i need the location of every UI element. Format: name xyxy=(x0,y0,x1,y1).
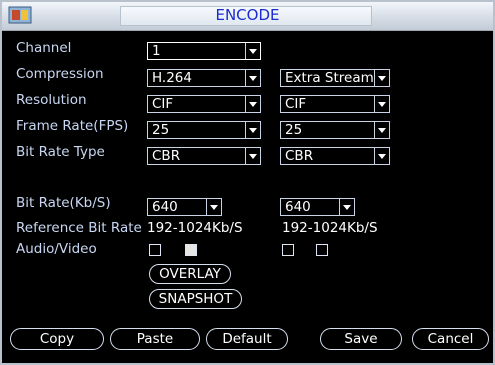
main-bit-rate-type-select[interactable]: CBR xyxy=(147,147,261,165)
snapshot-button[interactable]: SNAPSHOT xyxy=(149,289,242,309)
chevron-down-icon[interactable] xyxy=(339,199,354,215)
chevron-down-icon[interactable] xyxy=(245,148,260,164)
main-bit-rate-select[interactable]: 640 xyxy=(147,198,222,216)
main-audio-checkbox[interactable] xyxy=(149,244,161,256)
encode-window: ENCODE Channel Compression Resolution Fr… xyxy=(0,0,495,365)
default-button[interactable]: Default xyxy=(206,328,288,350)
chevron-down-icon[interactable] xyxy=(374,122,389,138)
window-title: ENCODE xyxy=(215,6,280,24)
chevron-down-icon[interactable] xyxy=(206,199,221,215)
copy-button[interactable]: Copy xyxy=(10,328,104,350)
extra-reference-bit-rate: 192-1024Kb/S xyxy=(282,220,378,236)
chevron-down-icon[interactable] xyxy=(245,70,260,86)
compression-value: H.264 xyxy=(152,70,192,86)
audio-video-label: Audio/Video xyxy=(16,241,97,257)
cancel-button[interactable]: Cancel xyxy=(412,328,489,350)
bit-rate-label: Bit Rate(Kb/S) xyxy=(16,195,111,211)
paste-button[interactable]: Paste xyxy=(110,328,200,350)
chevron-down-icon[interactable] xyxy=(245,43,260,59)
save-button[interactable]: Save xyxy=(320,328,402,350)
main-resolution-select[interactable]: CIF xyxy=(147,95,261,113)
extra-bit-rate-select[interactable]: 640 xyxy=(280,198,355,216)
extra-frame-rate-value: 25 xyxy=(285,122,303,138)
main-video-checkbox[interactable] xyxy=(185,244,197,256)
extra-frame-rate-select[interactable]: 25 xyxy=(280,121,390,139)
compression-select[interactable]: H.264 xyxy=(147,69,261,87)
chevron-down-icon[interactable] xyxy=(245,122,260,138)
channel-select[interactable]: 1 xyxy=(147,42,261,60)
chevron-down-icon[interactable] xyxy=(374,96,389,112)
extra-audio-checkbox[interactable] xyxy=(282,244,294,256)
extra-resolution-select[interactable]: CIF xyxy=(280,95,390,113)
title-bar: ENCODE xyxy=(2,2,493,31)
main-frame-rate-select[interactable]: 25 xyxy=(147,121,261,139)
main-reference-bit-rate: 192-1024Kb/S xyxy=(147,220,243,236)
extra-bit-rate-value: 640 xyxy=(285,199,311,215)
frame-rate-label: Frame Rate(FPS) xyxy=(16,118,129,134)
extra-bit-rate-type-value: CBR xyxy=(285,148,314,164)
extra-stream-select[interactable]: Extra Stream1 xyxy=(280,69,390,87)
chevron-down-icon[interactable] xyxy=(374,148,389,164)
overlay-button[interactable]: OVERLAY xyxy=(149,264,231,284)
resolution-label: Resolution xyxy=(16,92,87,108)
chevron-down-icon[interactable] xyxy=(245,96,260,112)
channel-label: Channel xyxy=(16,40,72,56)
main-bit-rate-value: 640 xyxy=(152,199,178,215)
compression-label: Compression xyxy=(16,66,104,82)
main-frame-rate-value: 25 xyxy=(152,122,170,138)
extra-resolution-value: CIF xyxy=(285,96,307,112)
extra-stream-value: Extra Stream1 xyxy=(285,70,383,86)
main-resolution-value: CIF xyxy=(152,96,174,112)
extra-video-checkbox[interactable] xyxy=(316,244,328,256)
reference-bit-rate-label: Reference Bit Rate xyxy=(16,220,142,236)
chevron-down-icon[interactable] xyxy=(374,70,389,86)
extra-bit-rate-type-select[interactable]: CBR xyxy=(280,147,390,165)
channel-value: 1 xyxy=(152,43,161,59)
main-bit-rate-type-value: CBR xyxy=(152,148,181,164)
bit-rate-type-label: Bit Rate Type xyxy=(16,144,105,160)
